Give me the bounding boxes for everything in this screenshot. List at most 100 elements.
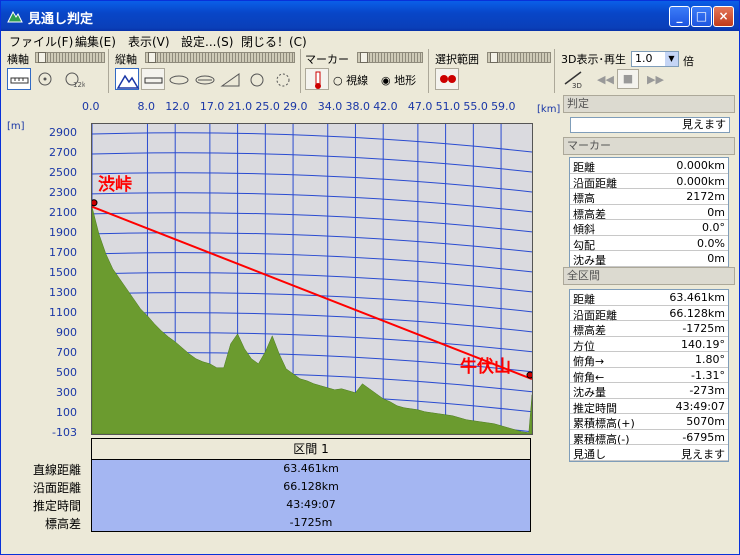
stop-icon: ■ <box>622 72 634 85</box>
gridline-h <box>92 212 532 233</box>
mountain-button[interactable] <box>115 68 140 90</box>
y-tick-label: 700 <box>56 345 77 359</box>
toolbar: 横軸 12k 縦軸 マーカー ○ 視線 ◉ 地形 選択範囲 3D表示･再生 1.… <box>3 49 737 93</box>
section-header: 区間 1 <box>91 438 531 460</box>
cloud-icon <box>195 75 215 85</box>
marker-row: 標高 2172m <box>570 189 728 205</box>
horizontal-axis-label: 横軸 <box>7 53 29 66</box>
3d-icon: 3D <box>564 71 582 90</box>
start-point-name: 渋峠 <box>98 175 132 195</box>
marker-label: マーカー <box>305 53 349 66</box>
x-tick-label: 29.0 <box>283 100 308 113</box>
marker-value: 0.0% <box>697 236 725 250</box>
section-time: 43:49:07 <box>91 496 531 514</box>
minimize-button[interactable]: _ <box>669 6 690 27</box>
total-table: 距離 63.461km 沿面距離 66.128km 標高差 -1725m 方位 140.19°… <box>569 289 729 462</box>
y-tick-label: 2700 <box>49 145 77 159</box>
horizontal-zoom-slider[interactable] <box>35 52 105 63</box>
terrain-radio[interactable]: ◉ 地形 <box>381 72 416 88</box>
cloud2-button[interactable] <box>193 68 217 90</box>
end-point-name: 牛伏山 <box>460 357 511 377</box>
scale-button[interactable]: 12k <box>61 68 85 90</box>
forward-icon[interactable]: ▶▶ <box>647 73 664 86</box>
menu-edit[interactable]: 編集(E) <box>75 33 116 50</box>
profile-chart[interactable]: 渋峠 牛伏山 <box>91 123 533 435</box>
marker-value: 0.000km <box>676 174 725 188</box>
section-elevation-diff: -1725m <box>91 514 531 532</box>
marker-slider[interactable] <box>357 52 423 63</box>
label-time: 推定時間 <box>32 499 81 513</box>
slope-icon <box>220 73 240 87</box>
rewind-icon[interactable]: ◀◀ <box>597 73 614 86</box>
marker-row: 勾配 0.0% <box>570 236 728 252</box>
sightline-radio[interactable]: ○ 視線 <box>333 72 368 88</box>
end-marker <box>526 371 532 379</box>
close-button[interactable]: × <box>713 6 734 27</box>
label-elevation-diff: 標高差 <box>44 517 81 531</box>
slider-thumb[interactable] <box>490 52 498 63</box>
menu-file[interactable]: ファイル(F) <box>9 33 73 50</box>
total-value: -1.31° <box>691 368 725 382</box>
menu-close[interactable]: 閉じる！(C) <box>241 33 307 50</box>
rotate-button[interactable] <box>245 68 269 90</box>
total-value: -1725m <box>682 322 725 335</box>
marker-row: 傾斜 0.0° <box>570 220 728 236</box>
total-value: 5070m <box>686 415 725 428</box>
marker-row: 沿面距離 0.000km <box>570 174 728 190</box>
y-tick-label: 2100 <box>49 205 77 219</box>
marker-value: 0.000km <box>676 159 725 172</box>
gridline-h <box>92 152 532 173</box>
playback-group: 3D表示･再生 1.0 ▼ 倍 3D ◀◀ ■ ▶▶ <box>557 49 737 93</box>
y-tick-label: -103 <box>52 426 77 439</box>
mountain-icon <box>116 74 140 89</box>
thermometer-icon <box>315 71 321 89</box>
cloud-icon <box>169 75 189 85</box>
y-tick-label: 2300 <box>49 185 77 199</box>
range-button[interactable] <box>435 68 459 90</box>
chevron-down-icon[interactable]: ▼ <box>665 52 678 66</box>
marker-row: 沈み量 0m <box>570 251 728 267</box>
svg-text:3D: 3D <box>572 82 582 90</box>
judge-header: 判定 <box>563 95 735 113</box>
slider-thumb[interactable] <box>360 52 368 63</box>
window-title: 見通し判定 <box>28 12 94 27</box>
total-row: 俯角← -1.31° <box>570 368 728 384</box>
maximize-icon: □ <box>695 9 708 23</box>
gridline-h <box>92 132 532 153</box>
app-icon <box>7 10 23 23</box>
slope-button[interactable] <box>219 68 243 90</box>
menu-settings[interactable]: 設定...(S) <box>181 33 233 50</box>
total-value: -6795m <box>682 430 725 444</box>
vertical-zoom-slider[interactable] <box>145 52 295 63</box>
gridline-h <box>92 252 532 273</box>
y-tick-label: 1500 <box>49 265 77 279</box>
fit-button[interactable] <box>33 68 57 90</box>
stop-button[interactable]: ■ <box>617 69 639 89</box>
range-slider[interactable] <box>487 52 551 63</box>
gridline-h <box>92 292 532 313</box>
marker-button[interactable] <box>305 68 329 90</box>
maximize-button[interactable]: □ <box>691 6 712 27</box>
3d-button[interactable]: 3D <box>561 68 585 90</box>
ruler-button[interactable] <box>7 68 31 90</box>
total-value: 66.128km <box>669 306 725 320</box>
total-value: 63.461km <box>669 291 725 304</box>
rotate2-button[interactable] <box>271 68 295 90</box>
y-tick-label: 1700 <box>49 245 77 259</box>
total-value: 140.19° <box>681 337 725 351</box>
slider-thumb[interactable] <box>38 52 46 63</box>
total-value: -273m <box>689 384 725 397</box>
x-tick-label: 0.0 <box>82 100 100 113</box>
speed-select[interactable]: 1.0 ▼ <box>631 51 679 67</box>
ruler-icon <box>10 77 29 84</box>
y-tick-label: 1100 <box>49 305 77 319</box>
cloud-button[interactable] <box>167 68 191 90</box>
slider-thumb[interactable] <box>148 52 156 63</box>
terrain-radio-label: 地形 <box>394 74 417 87</box>
total-row: 沿面距離 66.128km <box>570 306 728 322</box>
x-tick-label: 51.0 <box>435 100 461 113</box>
ruler-v-button[interactable] <box>141 68 165 90</box>
marker-row: 標高差 0m <box>570 205 728 221</box>
close-icon: × <box>718 9 729 23</box>
menu-view[interactable]: 表示(V) <box>128 33 170 50</box>
